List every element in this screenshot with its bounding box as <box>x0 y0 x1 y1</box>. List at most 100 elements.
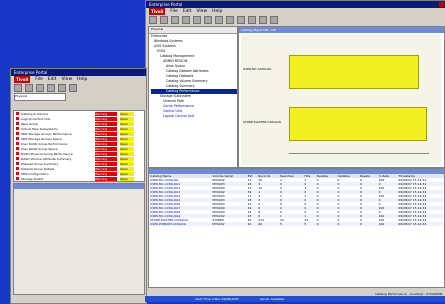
left-list-item[interactable]: Virtual Tape Subsystems Warning Open <box>14 126 144 131</box>
tree-item[interactable]: Logical Control Unit <box>151 114 237 119</box>
left-list-panel: Catalog & Volume Warning Open Logical Contr… <box>13 110 145 182</box>
forward-icon[interactable] <box>25 83 33 92</box>
table-cell: USER.PRIMARY.CATALOG <box>150 222 187 226</box>
navigator-panel: Physical Enterprise Windows Systems z/OS… <box>148 26 238 168</box>
left-list-item[interactable]: Dataset Group Summary Warning Open <box>14 161 144 166</box>
warning-badge: Warning <box>95 151 117 156</box>
find-icon[interactable] <box>215 15 223 24</box>
chart-icon[interactable] <box>259 15 267 24</box>
desktop: { "main_window": { "title": "Enterprise … <box>0 0 445 304</box>
main-window: Enterprise Portal Tivoli File Edit View … <box>145 0 445 299</box>
left-toolbar <box>11 83 146 92</box>
properties-icon[interactable] <box>204 15 212 24</box>
navigator-combo[interactable]: Physical <box>149 27 237 34</box>
left-list-label: Virtual Tape Subsystems <box>21 126 58 131</box>
warning-badge: Warning <box>95 146 117 151</box>
bar-label: USER.MC.CATALOG <box>243 67 272 71</box>
left-list-item[interactable]: User DASD Group Performance Warning Open <box>14 141 144 146</box>
status-icon <box>16 157 19 160</box>
menu-help[interactable]: Help <box>77 76 87 83</box>
left-list-label: DASD Physical Group Performance <box>21 151 73 156</box>
open-badge: Open <box>120 136 134 141</box>
menu-view[interactable]: View <box>196 8 207 15</box>
menu-help[interactable]: Help <box>212 8 222 15</box>
open-badge: Open <box>120 161 134 166</box>
left-list-item[interactable]: Tape Group Warning Open <box>14 121 144 126</box>
left-list-label: Dataset Group Details <box>21 166 55 171</box>
table-icon[interactable] <box>248 15 256 24</box>
left-list-label: SMS Storage Groups Performance <box>21 131 72 136</box>
terminal-icon[interactable] <box>270 15 278 24</box>
left-window-title: Enterprise Portal <box>14 70 48 75</box>
back-icon[interactable] <box>14 83 22 92</box>
left-combo[interactable]: Physical <box>14 93 66 101</box>
print-icon[interactable] <box>58 83 66 92</box>
main-window-title: Enterprise Portal <box>149 2 183 7</box>
home-icon[interactable] <box>171 15 179 24</box>
left-list-item[interactable]: Logical Control Unit Warning Open <box>14 116 144 121</box>
left-lower-panel <box>13 183 145 295</box>
situation-icon[interactable] <box>237 15 245 24</box>
main-title-bar: Enterprise Portal <box>146 1 445 8</box>
refresh-icon[interactable] <box>182 15 190 24</box>
left-list-item[interactable]: DASD Physical Group Performance Warning Op… <box>14 151 144 156</box>
status-icon <box>16 162 19 165</box>
left-list-item[interactable]: Storage Toolkit Warning Open <box>14 176 144 181</box>
warning-badge: Warning <box>95 166 117 171</box>
window-controls[interactable] <box>439 2 444 7</box>
status-icon <box>16 152 19 155</box>
table-row[interactable]: USER.PRIMARY.CATALOG MVS002 41 96 5 5 0 0 0 100 09… <box>149 222 444 226</box>
table-cell: 0 <box>316 222 319 226</box>
table-cell: 96 <box>258 222 263 226</box>
menu-file[interactable]: File <box>35 76 43 83</box>
refresh-icon[interactable] <box>47 83 55 92</box>
warning-badge: Warning <box>95 176 117 181</box>
back-icon[interactable] <box>149 15 157 24</box>
tivoli-logo: Tivoli <box>14 76 31 83</box>
left-list-item[interactable]: SMS Storage Groups Space Warning Open <box>14 136 144 141</box>
open-badge: Open <box>120 151 134 156</box>
open-badge: Open <box>120 126 134 131</box>
left-list-item[interactable]: Dataset Group Details Warning Open <box>14 166 144 171</box>
open-badge: Open <box>120 131 134 136</box>
left-list-item[interactable]: Catalog & Volume Warning Open <box>14 111 144 116</box>
table-cell: MVS002 <box>212 222 225 226</box>
open-badge: Open <box>120 121 134 126</box>
home-icon[interactable] <box>36 83 44 92</box>
status-icon <box>16 147 19 150</box>
open-badge: Open <box>120 111 134 116</box>
warning-badge: Warning <box>95 141 117 146</box>
find-icon[interactable] <box>69 83 77 92</box>
table-cell: 100 <box>378 222 385 226</box>
left-list-item[interactable]: SMS Storage Groups Performance Warning Ope… <box>14 131 144 136</box>
warning-badge: Warning <box>95 136 117 141</box>
warning-badge: Warning <box>95 126 117 131</box>
left-list-label: Logical Control Unit <box>21 116 51 121</box>
taskbar-item[interactable]: Server Available <box>260 297 284 301</box>
left-list-item[interactable]: DASD Volume Attribute Summary Warning Open <box>14 156 144 161</box>
status-icon <box>16 122 19 125</box>
left-list-item[interactable]: User DASD Group Space Warning Open <box>14 146 144 151</box>
chart-panel: Catalog Mgmt LV8 - DB USER.MC.CATALOG ST… <box>238 26 445 168</box>
status-icon <box>16 172 19 175</box>
forward-icon[interactable] <box>160 15 168 24</box>
warning-badge: Warning <box>95 156 117 161</box>
left-list-label: SMS Configuration <box>21 171 49 176</box>
left-list-item[interactable]: SMS Configuration Warning Open <box>14 171 144 176</box>
left-list-label: DASD Volume Attribute Summary <box>21 156 72 161</box>
warning-badge: Warning <box>95 171 117 176</box>
open-badge: Open <box>120 171 134 176</box>
open-badge: Open <box>120 116 134 121</box>
left-list-label: Dataset Group Summary <box>21 161 59 166</box>
menu-edit[interactable]: Edit <box>183 8 192 15</box>
left-list-label: Tape Group <box>21 121 39 126</box>
table-cell: 09/08/07 15:14:34 <box>398 222 427 226</box>
menu-file[interactable]: File <box>170 8 178 15</box>
workspace-icon[interactable] <box>226 15 234 24</box>
taskbar-item[interactable]: Alert Time: Date: 09/08/2007 <box>195 297 239 301</box>
menu-view[interactable]: View <box>61 76 72 83</box>
left-title-bar: Enterprise Portal <box>11 69 146 76</box>
print-icon[interactable] <box>193 15 201 24</box>
menu-edit[interactable]: Edit <box>48 76 57 83</box>
warning-badge: Warning <box>95 121 117 126</box>
